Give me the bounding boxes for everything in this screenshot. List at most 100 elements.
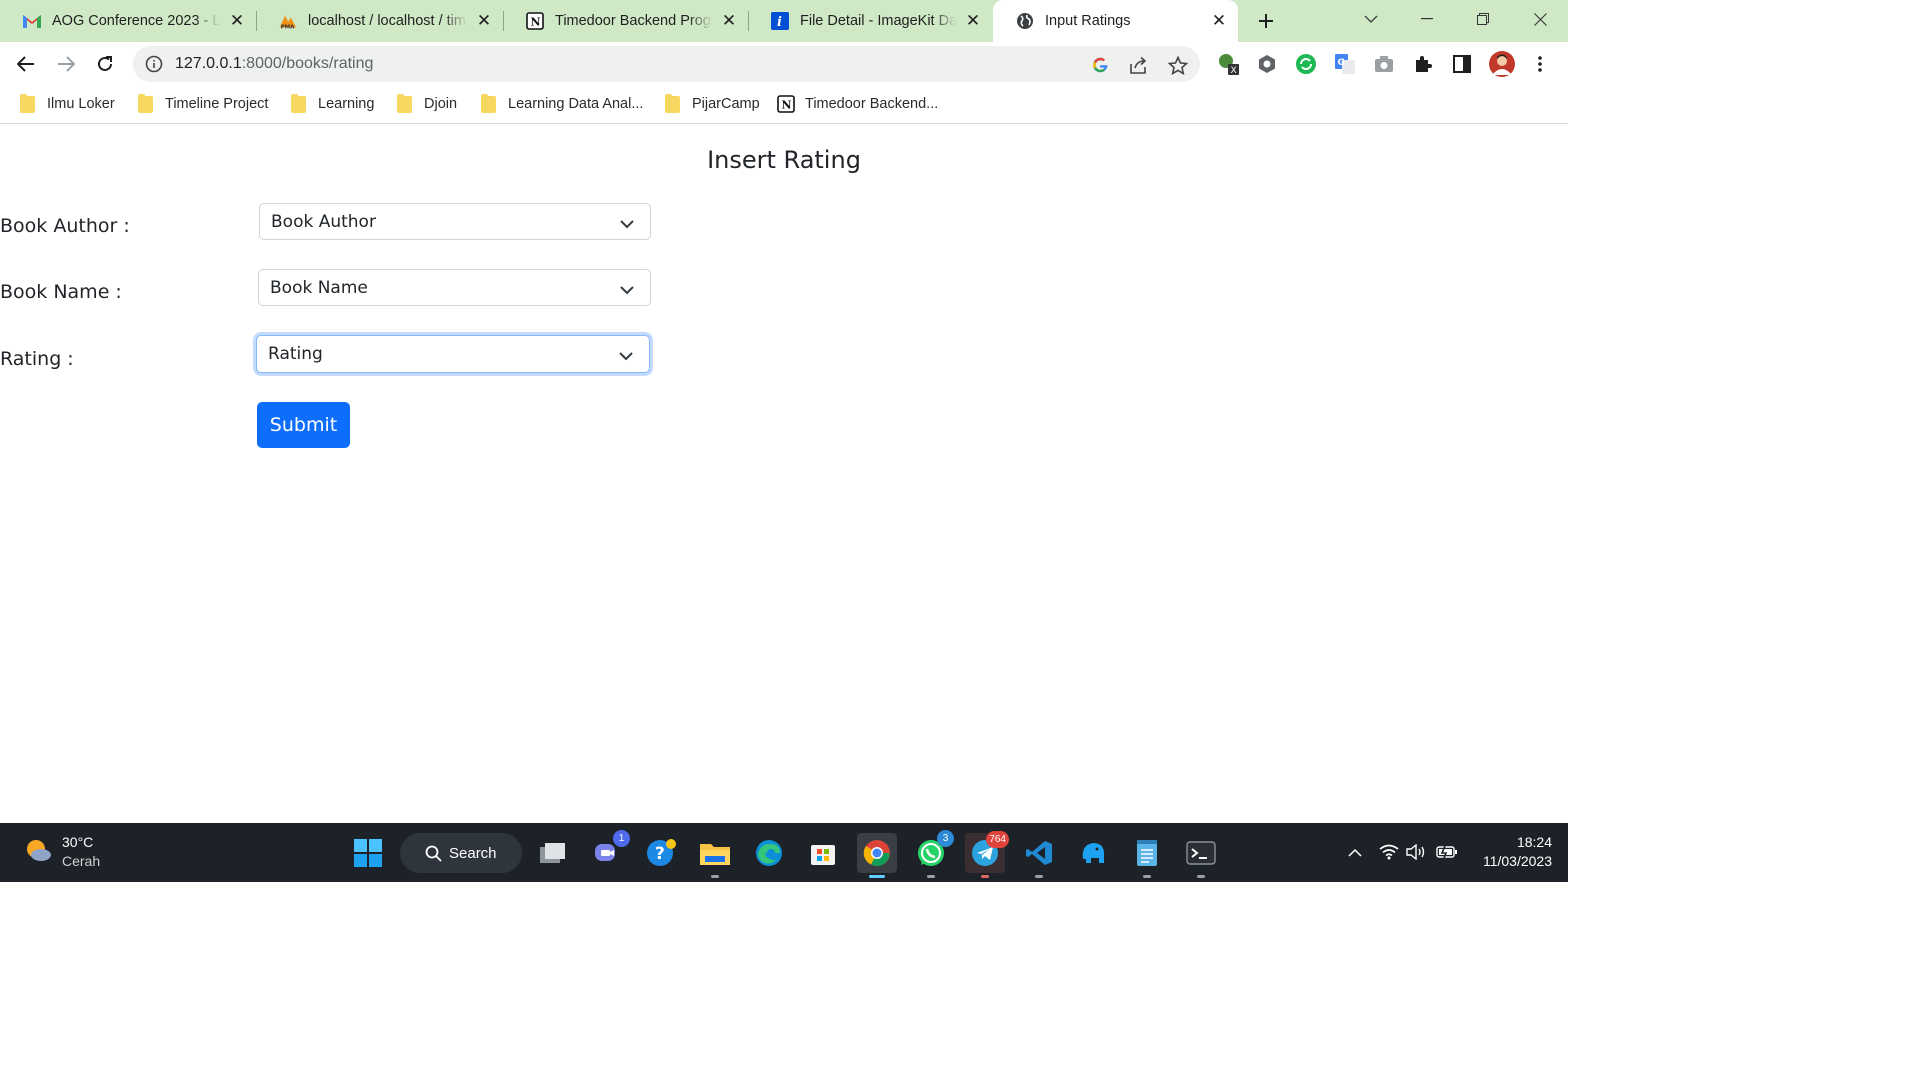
bookmark-label: Ilmu Loker	[47, 96, 115, 112]
restore-icon[interactable]	[1455, 0, 1511, 38]
tab-title: Input Ratings	[1045, 13, 1131, 29]
svg-text:?: ?	[655, 844, 665, 864]
globe-icon	[1015, 11, 1035, 31]
battery-charging-icon[interactable]	[1436, 841, 1458, 863]
gmail-icon	[22, 11, 42, 31]
close-tab-icon[interactable]: ✕	[720, 11, 738, 30]
bookmark-label: Timedoor Backend...	[805, 96, 939, 112]
book-author-label: Book Author :	[0, 215, 130, 237]
telegram-icon[interactable]: 764	[965, 831, 1009, 878]
notion-icon: N	[777, 95, 795, 113]
wifi-icon[interactable]	[1378, 841, 1400, 863]
extension-translate-icon[interactable]: G	[1333, 52, 1357, 76]
close-tab-icon[interactable]: ✕	[1210, 11, 1228, 30]
submit-button[interactable]: Submit	[257, 402, 350, 448]
bookmark-pijarcamp[interactable]: PijarCamp	[665, 93, 760, 114]
tab-input-ratings[interactable]: Input Ratings ✕	[993, 0, 1238, 42]
close-tab-icon[interactable]: ✕	[964, 11, 982, 30]
svg-text:N: N	[782, 99, 792, 112]
folder-icon	[665, 93, 680, 113]
teams-badge: 1	[613, 830, 630, 847]
back-icon[interactable]	[12, 50, 40, 78]
svg-text:G: G	[1338, 58, 1345, 68]
new-tab-icon[interactable]	[1253, 8, 1279, 34]
forward-icon[interactable]	[52, 50, 80, 78]
bookmarks-bar: Ilmu Loker Timeline Project Learning Djo…	[0, 86, 1568, 124]
search-icon	[425, 845, 442, 862]
browser-menu-icon[interactable]	[1528, 52, 1552, 76]
tab-notion[interactable]: N Timedoor Backend Programming ✕	[503, 0, 748, 42]
running-indicator	[1035, 875, 1043, 878]
get-help-icon[interactable]: ?	[641, 833, 681, 873]
book-name-label: Book Name :	[0, 281, 122, 303]
close-window-icon[interactable]	[1512, 0, 1568, 38]
bookmark-label: Djoin	[424, 96, 458, 112]
share-icon[interactable]	[1128, 54, 1150, 76]
volume-icon[interactable]	[1405, 841, 1427, 863]
rating-select-value: Rating	[268, 344, 323, 364]
whatsapp-icon[interactable]: 3	[911, 830, 954, 878]
terminal-icon[interactable]	[1181, 833, 1221, 878]
site-info-icon[interactable]	[145, 55, 163, 78]
svg-text:X: X	[1231, 66, 1237, 76]
file-explorer-icon[interactable]	[695, 833, 735, 878]
rating-select[interactable]: Rating	[256, 335, 650, 373]
tab-phpmyadmin[interactable]: PMA localhost / localhost / timedoor ✕	[256, 0, 503, 42]
book-name-select[interactable]: Book Name	[258, 269, 651, 306]
close-tab-icon[interactable]: ✕	[228, 11, 246, 30]
side-panel-icon[interactable]	[1450, 52, 1474, 76]
search-label: Search	[449, 844, 497, 862]
taskbar-search[interactable]: Search	[400, 833, 522, 873]
extensions-puzzle-icon[interactable]	[1411, 52, 1435, 76]
profile-avatar[interactable]	[1489, 51, 1515, 77]
bookmark-label: Learning	[318, 96, 375, 112]
extension-excel-icon[interactable]: X	[1217, 52, 1241, 76]
tab-title: File Detail - ImageKit Dashboard	[800, 13, 956, 29]
windows-taskbar: 30°C Cerah Search 1 ? 3 764 18:24 11/03/…	[0, 823, 1568, 882]
minimize-icon[interactable]	[1399, 0, 1455, 38]
folder-icon	[481, 93, 496, 113]
teams-chat-icon[interactable]: 1	[587, 830, 630, 873]
running-indicator	[711, 875, 719, 878]
book-author-select[interactable]: Book Author	[259, 203, 651, 240]
address-bar[interactable]: 127.0.0.1:8000/books/rating	[133, 46, 1200, 82]
bookmark-ilmu-loker[interactable]: Ilmu Loker	[20, 93, 115, 114]
start-button-windows-icon[interactable]	[348, 833, 388, 873]
extension-sync-icon[interactable]	[1294, 52, 1318, 76]
notepad-icon[interactable]	[1127, 833, 1167, 878]
microsoft-store-icon[interactable]	[803, 833, 843, 873]
bookmark-learning-data-anal[interactable]: Learning Data Anal...	[481, 93, 643, 114]
extension-camera-icon[interactable]	[1372, 52, 1396, 76]
task-view-icon[interactable]	[533, 833, 573, 873]
google-icon[interactable]	[1089, 54, 1111, 76]
bookmark-label: PijarCamp	[692, 96, 760, 112]
system-clock[interactable]: 18:24 11/03/2023	[1470, 833, 1552, 871]
chrome-icon[interactable]	[857, 833, 897, 878]
bookmark-timedoor-backend[interactable]: N Timedoor Backend...	[777, 94, 938, 114]
bookmark-timeline-project[interactable]: Timeline Project	[138, 93, 269, 114]
vscode-icon[interactable]	[1019, 833, 1059, 878]
tab-search-chevron-icon[interactable]	[1343, 0, 1399, 38]
page-title: Insert Rating	[707, 146, 861, 174]
weather-widget[interactable]: 30°C Cerah	[24, 833, 100, 871]
url-text[interactable]: 127.0.0.1:8000/books/rating	[175, 55, 373, 73]
svg-text:PMA: PMA	[281, 24, 295, 30]
show-hidden-icons-chevron-icon[interactable]	[1344, 841, 1366, 863]
weather-condition: Cerah	[62, 853, 101, 869]
extension-hexagon-icon[interactable]	[1255, 52, 1279, 76]
close-tab-icon[interactable]: ✕	[475, 11, 493, 30]
book-author-select-value: Book Author	[271, 211, 376, 232]
reload-icon[interactable]	[91, 50, 119, 78]
running-indicator	[1143, 875, 1151, 878]
phpmyadmin-icon: PMA	[278, 11, 298, 31]
elephant-app-icon[interactable]	[1073, 833, 1113, 873]
edge-icon[interactable]	[749, 833, 789, 873]
bookmark-djoin[interactable]: Djoin	[397, 93, 458, 114]
bookmark-learning[interactable]: Learning	[291, 93, 375, 114]
rating-label: Rating :	[0, 348, 74, 370]
bookmark-star-icon[interactable]	[1167, 54, 1189, 76]
chevron-down-icon	[619, 346, 633, 366]
bookmark-label: Timeline Project	[165, 96, 269, 112]
tab-imagekit[interactable]: i File Detail - ImageKit Dashboard ✕	[748, 0, 992, 42]
tab-gmail[interactable]: AOG Conference 2023 - LinkedIn ✕	[0, 0, 256, 42]
